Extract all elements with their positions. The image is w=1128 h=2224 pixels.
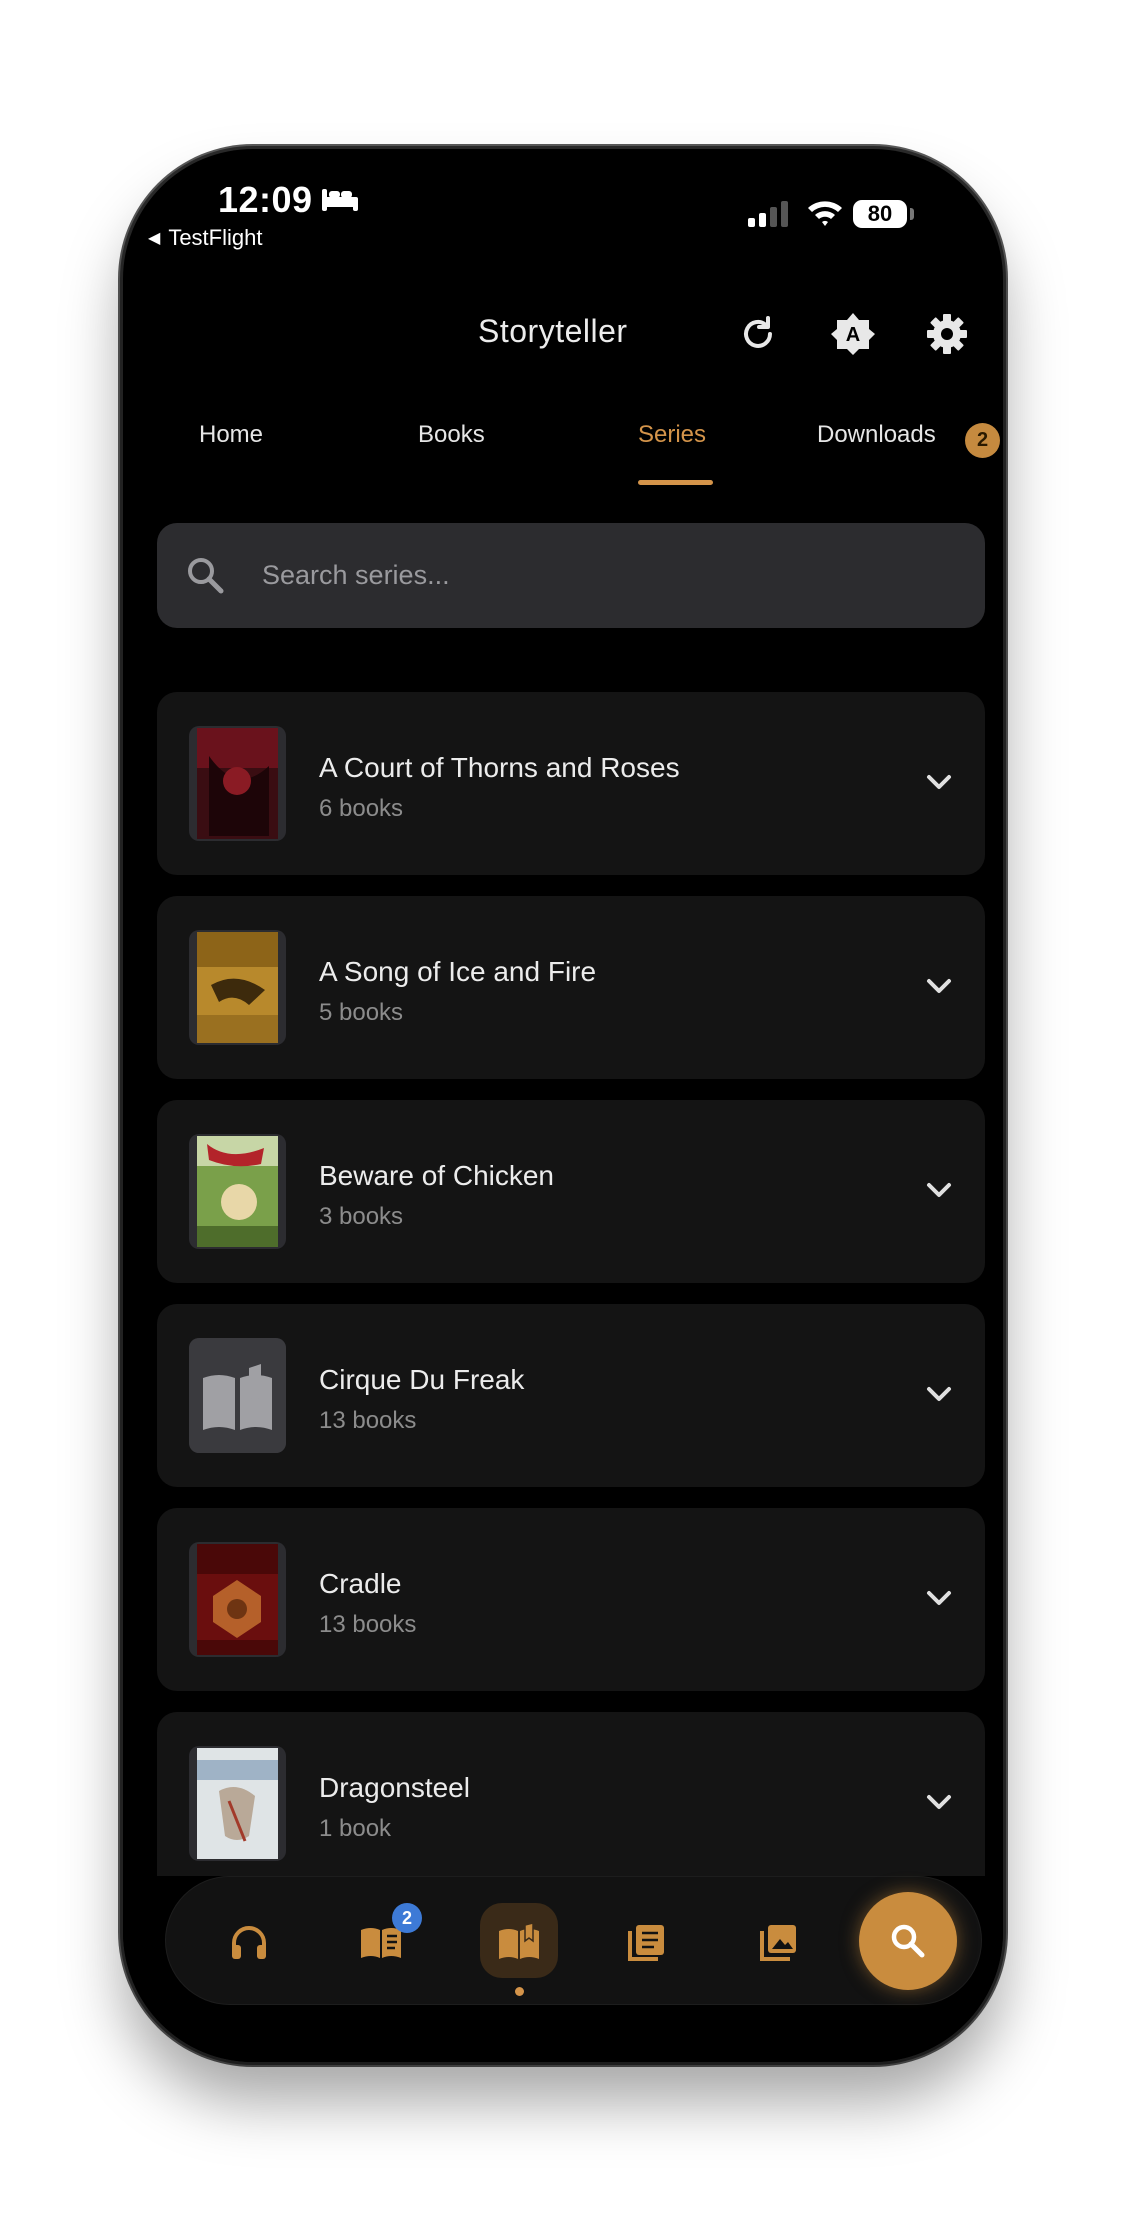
series-book-count: 3 books	[319, 1203, 404, 1230]
phone-frame: 12:09 ◀ TestFlight 80 Storyteller A Home…	[123, 149, 1003, 2062]
series-title: Cirque Du Freak	[319, 1364, 525, 1395]
series-book-count: 5 books	[319, 999, 404, 1026]
series-book-count: 13 books	[319, 1611, 417, 1638]
search-placeholder: Search series...	[262, 560, 450, 590]
series-book-count: 13 books	[319, 1407, 417, 1434]
series-list: A Court of Thorns and Roses 6 books A So…	[157, 692, 985, 1876]
back-label: TestFlight	[168, 225, 263, 250]
back-triangle-icon: ◀	[148, 230, 161, 247]
series-row[interactable]: Cradle 13 books	[157, 1508, 985, 1691]
book-placeholder-icon	[189, 1338, 286, 1453]
refresh-icon[interactable]	[736, 312, 780, 356]
book-cover-beware-of-chicken	[189, 1134, 286, 1249]
series-title: A Song of Ice and Fire	[319, 956, 597, 987]
headphones-icon[interactable]	[224, 1917, 274, 1967]
book-cover-cradle	[189, 1542, 286, 1657]
back-to-testflight[interactable]: ◀ TestFlight	[148, 225, 262, 251]
gallery-icon[interactable]	[753, 1917, 803, 1967]
theme-brightness-icon[interactable]: A	[831, 312, 875, 356]
active-tab-indicator	[638, 480, 713, 485]
series-title: Cradle	[319, 1568, 402, 1599]
book-cover-game-of-thrones	[189, 930, 286, 1045]
series-book-count: 1 book	[319, 1815, 392, 1842]
series-title: Beware of Chicken	[319, 1160, 555, 1191]
wifi-icon	[806, 197, 844, 232]
reading-count-badge: 2	[392, 1903, 422, 1933]
series-row[interactable]: A Court of Thorns and Roses 6 books	[157, 692, 985, 875]
series-row[interactable]: Cirque Du Freak 13 books	[157, 1304, 985, 1487]
chevron-down-icon[interactable]	[924, 1382, 954, 1411]
downloads-count-badge: 2	[965, 423, 1000, 458]
series-book-count: 6 books	[319, 795, 404, 822]
tab-series[interactable]: Series	[638, 421, 706, 449]
bottom-navigation-bar: 2	[166, 1877, 981, 2004]
sleep-focus-icon	[321, 187, 359, 218]
app-title: Storyteller	[478, 313, 628, 349]
chevron-down-icon[interactable]	[924, 1790, 954, 1819]
series-title: A Court of Thorns and Roses	[319, 752, 680, 783]
chevron-down-icon[interactable]	[924, 1586, 954, 1615]
series-row[interactable]: Beware of Chicken 3 books	[157, 1100, 985, 1283]
reader-icon[interactable]	[494, 1917, 544, 1967]
tab-books[interactable]: Books	[418, 421, 485, 449]
chevron-down-icon[interactable]	[924, 770, 954, 799]
settings-gear-icon[interactable]	[925, 312, 969, 356]
book-cover-thorns-roses	[189, 726, 286, 841]
series-row[interactable]: Dragonsteel 1 book	[157, 1712, 985, 1876]
cellular-signal-icon	[748, 201, 788, 227]
series-search-field[interactable]: Search series...	[157, 523, 985, 628]
book-cover-dragonsteel	[189, 1746, 286, 1861]
series-row[interactable]: A Song of Ice and Fire 5 books	[157, 896, 985, 1079]
search-icon	[185, 555, 225, 600]
active-nav-dot	[515, 1987, 524, 1996]
search-fab-button[interactable]	[859, 1892, 957, 1990]
status-time: 12:09	[218, 179, 313, 220]
library-icon[interactable]	[621, 1917, 671, 1967]
search-icon	[891, 1924, 925, 1958]
tab-downloads[interactable]: Downloads	[817, 421, 936, 449]
svg-text:A: A	[846, 324, 860, 346]
chevron-down-icon[interactable]	[924, 974, 954, 1003]
tab-home[interactable]: Home	[199, 421, 263, 449]
chevron-down-icon[interactable]	[924, 1178, 954, 1207]
battery-tip	[910, 208, 914, 220]
battery-indicator: 80	[853, 200, 907, 228]
series-title: Dragonsteel	[319, 1772, 470, 1803]
